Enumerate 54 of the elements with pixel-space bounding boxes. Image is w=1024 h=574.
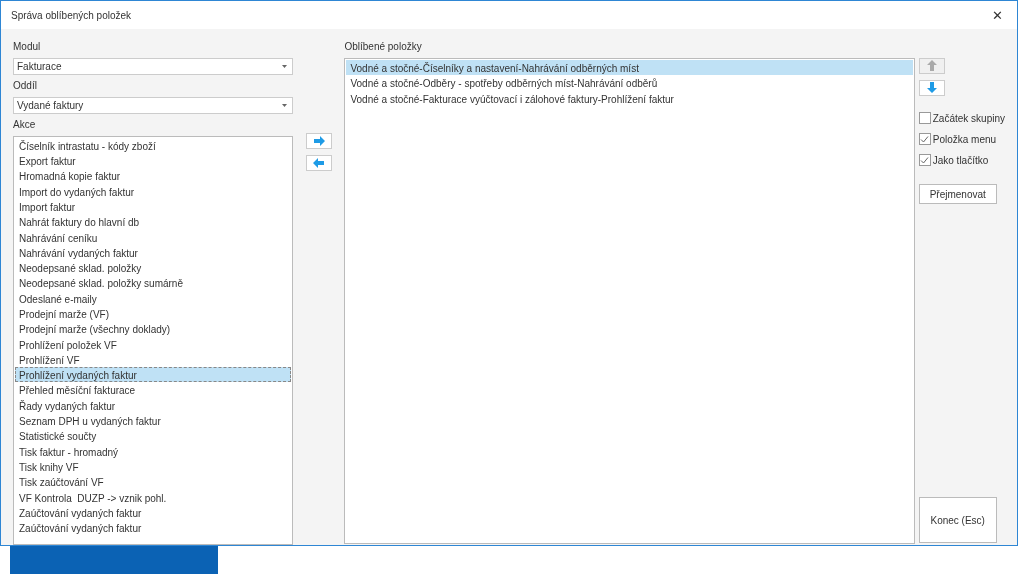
list-item[interactable]: Import do vydaných faktur xyxy=(15,183,291,199)
arrow-right-icon xyxy=(312,135,325,147)
checkbox-label: Jako tlačítko xyxy=(932,154,989,166)
arrow-up-icon xyxy=(925,60,938,72)
list-item[interactable]: Nahrát faktury do hlavní db xyxy=(15,214,291,230)
field-label: Modul xyxy=(13,41,42,53)
list-item[interactable]: Číselník intrastatu - kódy zboží xyxy=(15,137,291,153)
list-item[interactable]: Tisk knihy VF xyxy=(15,458,291,475)
list-item[interactable]: Neodepsané sklad. položky sumárně xyxy=(15,275,291,291)
list-item[interactable]: Vodné a stočné-Číselníky a nastavení-Nahrávání odběrných míst xyxy=(346,60,913,76)
move-down-button[interactable] xyxy=(918,80,945,96)
list-item[interactable]: Prohlížení položek VF xyxy=(15,336,291,352)
list-item[interactable]: Tisk zaúčtování VF xyxy=(15,474,291,490)
list-item[interactable]: Zaúčtování vydaných faktur xyxy=(15,504,291,521)
list-item[interactable]: Prodejní marže (VF) xyxy=(15,306,291,322)
close-button[interactable]: ✕ xyxy=(988,7,1007,23)
list-item[interactable]: Přehled měsíční fakturace xyxy=(15,382,291,398)
arrow-left-icon xyxy=(312,157,325,169)
checkbox[interactable] xyxy=(918,112,931,124)
dropdown-arrow-icon xyxy=(281,64,287,68)
checkbox-label: Položka menu xyxy=(932,133,997,145)
close-dialog-button[interactable]: Konec (Esc) xyxy=(918,497,997,543)
dropdown-arrow-icon xyxy=(281,103,287,107)
list-item[interactable]: Statistické součty xyxy=(15,428,291,444)
list-item[interactable]: Neodepsané sklad. položky xyxy=(15,260,291,276)
list-item[interactable]: Odeslané e-maily xyxy=(15,290,291,306)
list-item[interactable]: Vodné a stočné-Odběry - spotřeby odběrných míst-Nahrávání odběrů xyxy=(346,75,913,91)
list-label: Oblíbené položky xyxy=(344,41,423,53)
field-label: Oddíl xyxy=(13,79,38,92)
remove-button[interactable] xyxy=(305,155,332,171)
list-item[interactable]: Seznam DPH u vydaných faktur xyxy=(15,413,291,429)
list-item[interactable]: Řady vydaných faktur xyxy=(15,397,291,414)
list-item[interactable]: Hromadná kopie faktur xyxy=(15,168,291,184)
window-title: Správa oblíbených položek xyxy=(11,9,132,21)
rename-button[interactable]: Přejmenovat xyxy=(918,184,997,204)
checkbox[interactable] xyxy=(918,133,931,145)
list-item[interactable]: Vodné a stočné-Fakturace vyúčtovací i zálohové faktury-Prohlížení faktur xyxy=(346,90,913,106)
list-label: Akce xyxy=(13,118,37,131)
arrow-down-icon xyxy=(925,82,938,94)
list-item[interactable]: Prohlížení VF xyxy=(15,351,291,368)
checkbox-label: Začátek skupiny xyxy=(932,112,1005,124)
list-item[interactable]: VF Kontrola DUZP -> vznik pohl. xyxy=(15,489,291,505)
list-item[interactable]: Prohlížení vydaných faktur xyxy=(15,367,291,383)
list-item[interactable]: Import faktur xyxy=(15,198,291,215)
list-item[interactable]: Nahrávání ceníku xyxy=(15,229,291,245)
list-item[interactable]: Prodejní marže (všechny doklady) xyxy=(15,321,291,337)
list-item[interactable]: Export faktur xyxy=(15,153,291,169)
list-item[interactable]: Tisk faktur - hromadný xyxy=(15,443,291,459)
module-dropdown[interactable]: Fakturace xyxy=(13,58,293,75)
section-dropdown[interactable]: Vydané faktury xyxy=(13,96,293,114)
list-item[interactable]: Zaúčtování vydaných faktur xyxy=(15,520,291,536)
checkbox[interactable] xyxy=(918,154,931,166)
list-item[interactable]: Nahrávání vydaných faktur xyxy=(15,244,291,261)
add-button[interactable] xyxy=(305,133,332,149)
